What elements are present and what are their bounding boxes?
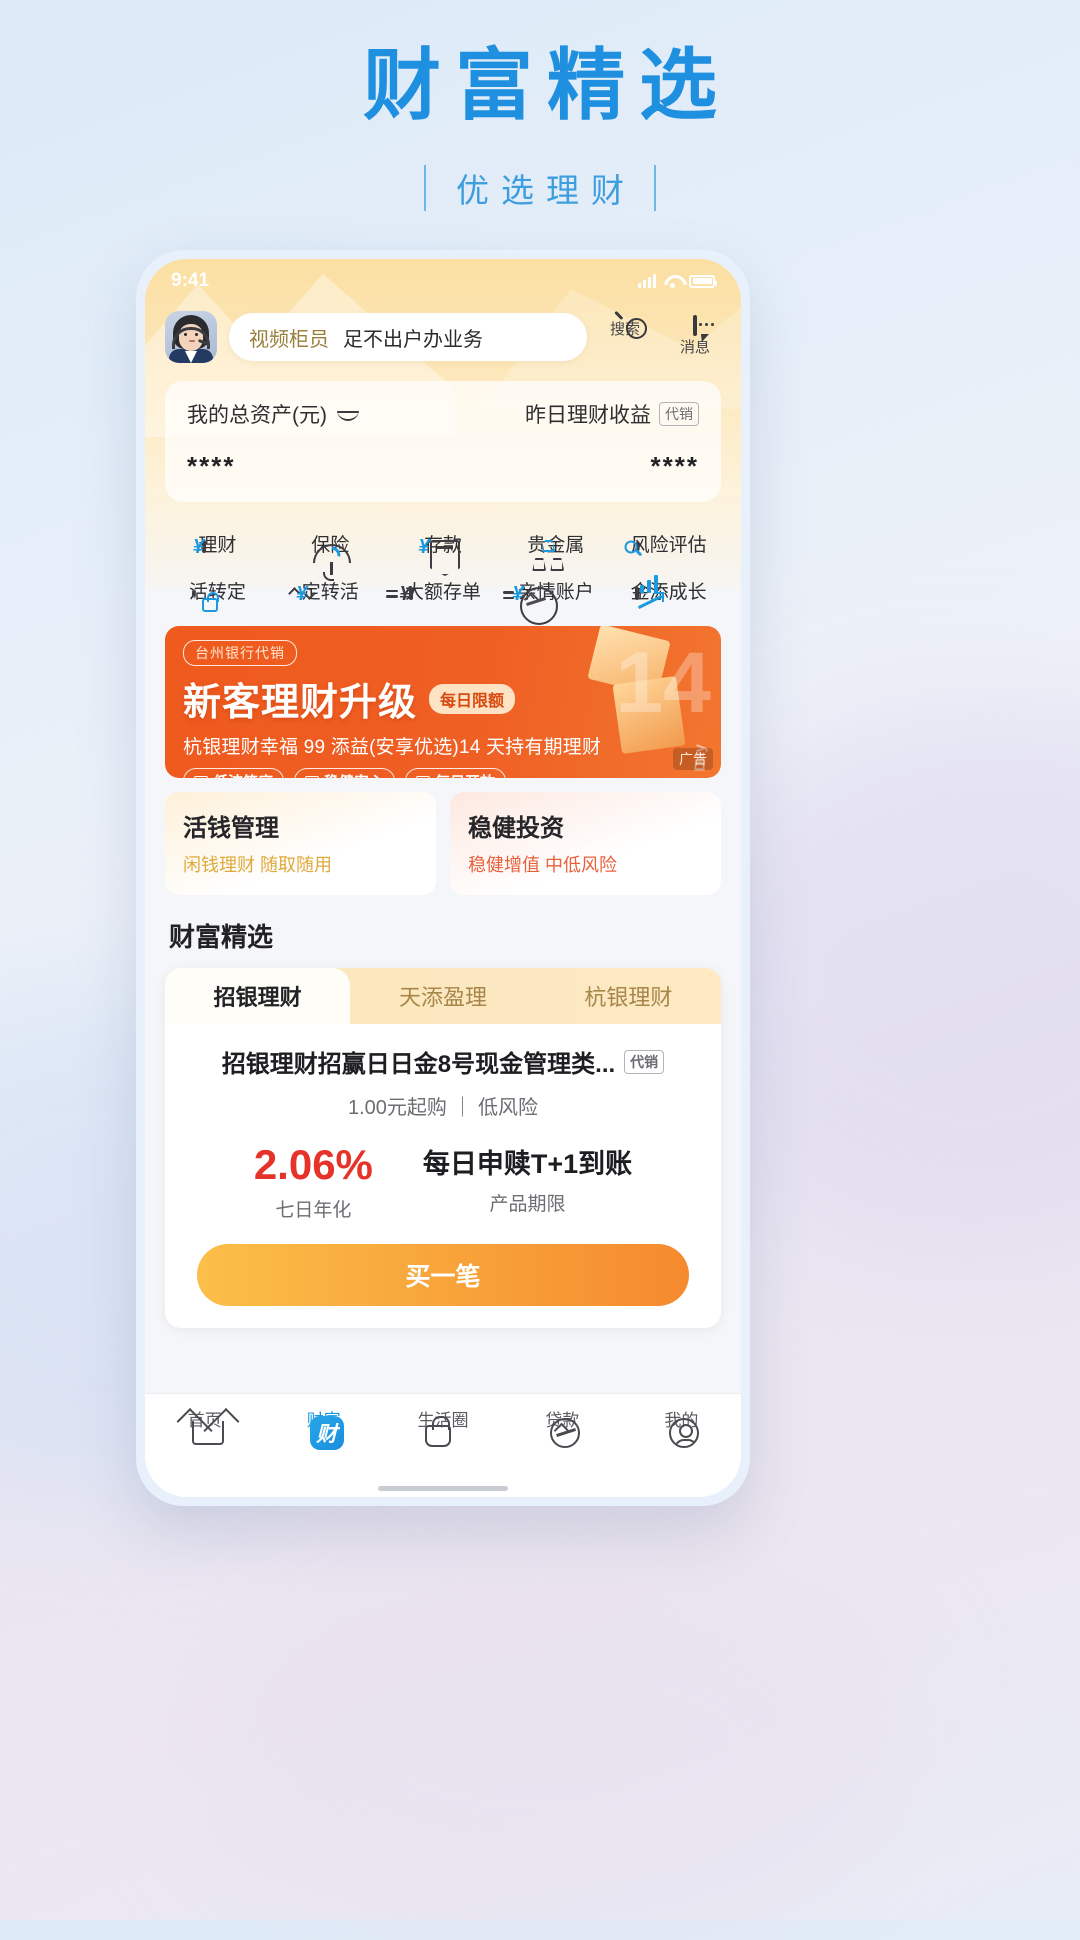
- quick-grid-row-1: ¥ 理财 保险 ¥ 存款 贵金属 风险评估: [161, 516, 725, 581]
- bottom-tab-bar: 首页 财 财富 生活圈 贷款 我的: [145, 1393, 741, 1497]
- poster-subtitle-text: 优选理财: [456, 172, 636, 209]
- quick-entry-grid: ¥ 理财 保险 ¥ 存款 贵金属 风险评估 活转定: [145, 516, 741, 625]
- grid-item-jintianchengzhang[interactable]: 金添成长: [612, 563, 725, 610]
- promo-banner[interactable]: 14 Day 台州银行代销 新客理财升级 每日限额 杭银理财幸福 99 添益(安…: [165, 626, 721, 778]
- status-badge: 代销: [659, 402, 699, 426]
- product-tabs: 招银理财 天添盈理 杭银理财: [165, 968, 721, 1024]
- banner-chip: 稳健安心: [294, 768, 396, 778]
- header-actions: 搜索 消息: [599, 315, 721, 357]
- section-title: 财富精选: [169, 922, 274, 952]
- wave-icon: [194, 775, 208, 778]
- tab-zhaoyin-licai[interactable]: 招银理财: [165, 968, 351, 1024]
- grid-item-fengxian[interactable]: 风险评估: [612, 516, 725, 563]
- signal-icon: [638, 274, 656, 288]
- tabbar-item-loan[interactable]: 贷款: [503, 1406, 622, 1448]
- buy-button[interactable]: 买一笔: [197, 1244, 689, 1306]
- video-teller-desc: 足不出户办业务: [343, 328, 483, 351]
- subtitle-divider-right: [654, 165, 656, 211]
- tabbar-item-me[interactable]: 我的: [622, 1406, 741, 1448]
- grid-label: 贵金属: [527, 535, 585, 556]
- product-term: 每日申赎T+1到账: [422, 1149, 633, 1179]
- grid-label: 风险评估: [630, 535, 707, 556]
- calendar-icon: [416, 775, 431, 778]
- status-time: 9:41: [171, 270, 210, 291]
- product-stats-row: 2.06% 七日年化 每日申赎T+1到账 产品期限: [183, 1144, 703, 1222]
- banner-title: 新客理财升级: [183, 682, 418, 724]
- product-name-row: 招银理财招赢日日金8号现金管理类... 代销: [183, 1044, 703, 1079]
- product-badge: 代销: [624, 1049, 665, 1074]
- mini-card-title: 稳健投资: [468, 815, 564, 842]
- product-rate: 2.06%: [253, 1141, 373, 1188]
- product-rate-label: 七日年化: [275, 1200, 352, 1221]
- phone-mockup: 9:41 视频柜员 足不出户办业务 搜索 消息 我的总资产(元) 昨日理财收益 …: [136, 250, 750, 1506]
- grid-item-guijinshu[interactable]: 贵金属: [499, 516, 612, 571]
- page-title: 财富精选: [362, 41, 731, 129]
- product-term-label: 产品期限: [489, 1194, 566, 1215]
- category-cards: 活钱管理 闲钱理财 随取随用 稳健投资 稳健增值 中低风险: [165, 792, 721, 895]
- message-icon: [693, 315, 714, 336]
- app-header: 视频柜员 足不出户办业务 搜索 消息: [145, 303, 741, 363]
- background-blob-bottom: [200, 1540, 900, 1940]
- video-teller-label: 视频柜员: [249, 328, 329, 351]
- banner-limit-pill: 每日限额: [429, 683, 516, 714]
- home-indicator: [378, 1486, 508, 1491]
- card-huoqian-guanli[interactable]: 活钱管理 闲钱理财 随取随用: [165, 792, 436, 895]
- phone-screen: 9:41 视频柜员 足不出户办业务 搜索 消息 我的总资产(元) 昨日理财收益 …: [145, 259, 741, 1497]
- ad-label: 广告: [673, 748, 713, 770]
- total-asset-label: 我的总资产(元): [187, 399, 359, 429]
- eye-off-icon[interactable]: [337, 408, 359, 421]
- asset-summary-card[interactable]: 我的总资产(元) 昨日理财收益 代销 **** ****: [165, 381, 721, 502]
- product-card: 招银理财 天添盈理 杭银理财 招银理财招赢日日金8号现金管理类... 代销 1.…: [165, 968, 721, 1328]
- tab-tiantian-yingli[interactable]: 天添盈理: [350, 968, 535, 1024]
- total-asset-value: ****: [187, 451, 236, 481]
- mini-card-subtitle: 闲钱理财 随取随用: [183, 855, 333, 875]
- grid-label: 大额存单: [404, 582, 481, 603]
- message-label: 消息: [679, 339, 710, 356]
- tabbar-item-home[interactable]: 首页: [145, 1406, 264, 1445]
- banner-chip: 每日开放: [405, 768, 507, 778]
- video-teller-bar[interactable]: 视频柜员 足不出户办业务: [229, 313, 587, 361]
- product-meta: 1.00元起购 ｜ 低风险: [347, 1097, 539, 1119]
- poster-header: 财富精选 优选理财: [0, 0, 1080, 212]
- avatar[interactable]: [165, 311, 217, 363]
- grid-item-licai[interactable]: ¥ 理财: [161, 516, 274, 563]
- card-wenjian-touzi[interactable]: 稳健投资 稳健增值 中低风险: [450, 792, 721, 895]
- grid-item-baoxian[interactable]: 保险: [274, 516, 387, 581]
- mini-card-subtitle: 稳健增值 中低风险: [468, 855, 618, 875]
- wifi-icon: [664, 275, 681, 288]
- message-button[interactable]: 消息: [669, 315, 721, 357]
- product-body: 招银理财招赢日日金8号现金管理类... 代销 1.00元起购 ｜ 低风险 2.0…: [165, 1024, 721, 1328]
- tabbar-item-life[interactable]: 生活圈: [383, 1406, 502, 1447]
- tabbar-item-wealth[interactable]: 财 财富: [264, 1406, 383, 1450]
- banner-agency-tag: 台州银行代销: [183, 640, 297, 666]
- battery-icon: [689, 274, 717, 288]
- status-bar: 9:41: [145, 259, 741, 303]
- product-term-col: 每日申赎T+1到账 产品期限: [423, 1144, 632, 1216]
- mini-card-title: 活钱管理: [183, 815, 279, 842]
- tab-hangyin-licai[interactable]: 杭银理财: [536, 968, 721, 1024]
- yesterday-income-label-group: 昨日理财收益 代销: [525, 399, 699, 429]
- product-rate-col: 2.06% 七日年化: [254, 1144, 373, 1222]
- asset-labels-row: 我的总资产(元) 昨日理财收益 代销: [187, 399, 699, 429]
- yesterday-income-label: 昨日理财收益: [525, 404, 651, 427]
- subtitle-divider-left: [424, 165, 426, 211]
- grid-item-huozhuanding[interactable]: 活转定: [161, 563, 274, 612]
- search-button[interactable]: 搜索: [599, 317, 651, 357]
- grid-item-cunkuan[interactable]: ¥ 存款: [387, 516, 500, 576]
- banner-art-number: 14: [615, 635, 711, 731]
- yesterday-income-value: ****: [650, 451, 699, 481]
- bar-chart-icon: [305, 775, 320, 778]
- banner-chip: 低波筑底: [183, 768, 285, 778]
- status-icons: [638, 274, 717, 288]
- asset-values-row: **** ****: [187, 451, 699, 482]
- poster-subtitle: 优选理财: [0, 164, 1080, 212]
- product-name: 招银理财招赢日日金8号现金管理类...: [221, 1051, 616, 1078]
